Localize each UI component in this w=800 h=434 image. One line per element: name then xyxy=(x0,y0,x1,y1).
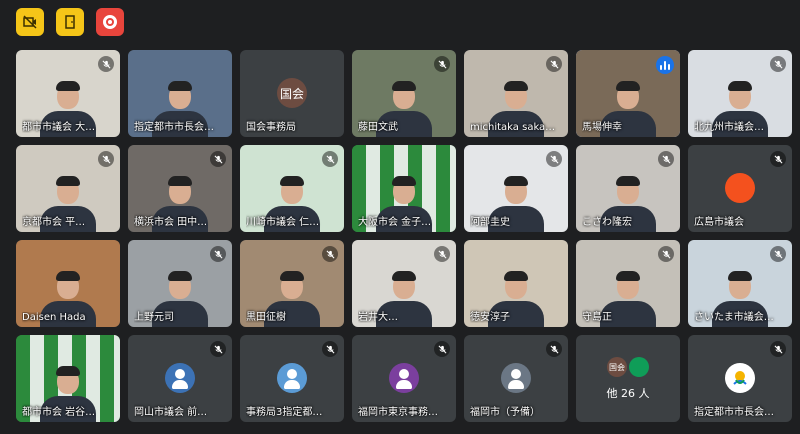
participant-tile[interactable]: 国会他 26 人 xyxy=(576,335,680,422)
participant-name: michitaka saka… xyxy=(470,122,556,133)
mic-off-icon xyxy=(658,151,674,167)
meeting-toolbar xyxy=(16,8,124,36)
mic-off-icon xyxy=(434,246,450,262)
speaking-indicator-icon xyxy=(656,56,674,74)
participant-name: 馬場伸幸 xyxy=(582,122,622,133)
participant-tile[interactable]: michitaka saka… xyxy=(464,50,568,137)
participant-tile[interactable]: 岩井大… xyxy=(352,240,456,327)
participant-name: 岡山市議会 前… xyxy=(134,407,208,418)
participant-tile[interactable]: 都市市会 岩谷… xyxy=(16,335,120,422)
avatar xyxy=(725,173,755,203)
participant-tile[interactable]: Daisen Hada xyxy=(16,240,120,327)
mic-off-icon xyxy=(434,56,450,72)
mic-off-icon xyxy=(322,246,338,262)
participant-name: 岩井大… xyxy=(358,312,398,323)
mic-off-icon xyxy=(98,151,114,167)
participant-tile[interactable]: 指定都市市長会… xyxy=(128,50,232,137)
mic-off-icon xyxy=(770,56,786,72)
participant-tile[interactable]: 京都市会 平… xyxy=(16,145,120,232)
participant-tile[interactable]: 広島市議会 xyxy=(688,145,792,232)
participant-name: 福岡市東京事務… xyxy=(358,407,438,418)
participant-name: 川崎市議会 仁… xyxy=(246,217,320,228)
participant-tile[interactable]: 北九州市議会… xyxy=(688,50,792,137)
participant-name: こさわ隆宏 xyxy=(582,217,632,228)
door-exit-icon[interactable] xyxy=(56,8,84,36)
others-count-label: 他 26 人 xyxy=(606,387,650,400)
participant-tile[interactable]: 川崎市議会 仁… xyxy=(240,145,344,232)
mic-off-icon xyxy=(770,246,786,262)
participant-name: 国会事務局 xyxy=(246,122,296,133)
mic-off-icon xyxy=(546,341,562,357)
mic-off-icon xyxy=(658,246,674,262)
participant-tile[interactable]: 馬場伸幸 xyxy=(576,50,680,137)
participant-tile[interactable]: 福岡市（予備） xyxy=(464,335,568,422)
participant-tile[interactable]: 事務局3指定都… xyxy=(240,335,344,422)
participant-name: 都市市会 岩谷… xyxy=(22,407,96,418)
participant-name: 指定都市市長会… xyxy=(694,407,774,418)
mic-off-icon xyxy=(546,56,562,72)
participant-name: 京都市会 平… xyxy=(22,217,86,228)
mini-avatar xyxy=(629,357,649,377)
mic-off-icon xyxy=(434,341,450,357)
participant-name: 黒田征樹 xyxy=(246,312,286,323)
participant-tile[interactable]: 藤田文武 xyxy=(352,50,456,137)
mic-off-icon xyxy=(322,151,338,167)
mic-off-icon xyxy=(98,56,114,72)
mic-off-icon xyxy=(210,151,226,167)
participant-name: 指定都市市長会… xyxy=(134,122,214,133)
participant-name: Daisen Hada xyxy=(22,312,86,323)
participant-name: 都市市議会 大… xyxy=(22,122,96,133)
participant-name: 事務局3指定都… xyxy=(246,407,323,418)
mic-off-icon xyxy=(322,341,338,357)
participant-name: 福岡市（予備） xyxy=(470,407,540,418)
participant-name: さいたま市議会… xyxy=(694,312,774,323)
participant-tile[interactable]: 黒田征樹 xyxy=(240,240,344,327)
participant-tile[interactable]: 大阪市会 金子… xyxy=(352,145,456,232)
participant-tile[interactable]: 指定都市市長会… xyxy=(688,335,792,422)
participant-tile[interactable]: 守島正 xyxy=(576,240,680,327)
avatar xyxy=(277,363,307,393)
participant-tile[interactable]: 徳安淳子 xyxy=(464,240,568,327)
participant-tile[interactable]: 国会国会事務局 xyxy=(240,50,344,137)
participant-name: 大阪市会 金子… xyxy=(358,217,432,228)
avatar: 国会 xyxy=(277,78,307,108)
participant-name: 阿部圭史 xyxy=(470,217,510,228)
participant-tile[interactable]: さいたま市議会… xyxy=(688,240,792,327)
mic-off-icon xyxy=(770,151,786,167)
participant-tile[interactable]: 横浜市会 田中… xyxy=(128,145,232,232)
record-icon[interactable] xyxy=(96,8,124,36)
participant-tile[interactable]: 都市市議会 大… xyxy=(16,50,120,137)
avatar xyxy=(389,363,419,393)
mic-off-icon xyxy=(770,341,786,357)
participant-name: 徳安淳子 xyxy=(470,312,510,323)
participant-tile[interactable]: 阿部圭史 xyxy=(464,145,568,232)
avatar xyxy=(165,363,195,393)
camera-off-icon[interactable] xyxy=(16,8,44,36)
participant-name: 守島正 xyxy=(582,312,612,323)
mic-off-icon xyxy=(210,246,226,262)
participant-tile[interactable]: 上野元司 xyxy=(128,240,232,327)
mic-off-icon xyxy=(546,151,562,167)
participant-tile[interactable]: 福岡市東京事務… xyxy=(352,335,456,422)
participant-tile[interactable]: 岡山市議会 前… xyxy=(128,335,232,422)
participant-grid: 都市市議会 大… 指定都市市長会… 国会 国会事務局 藤田文武 michitaka sak… xyxy=(16,50,792,422)
participant-name: 広島市議会 xyxy=(694,217,744,228)
mic-off-icon xyxy=(210,341,226,357)
participant-name: 横浜市会 田中… xyxy=(134,217,208,228)
participant-tile[interactable]: こさわ隆宏 xyxy=(576,145,680,232)
participant-name: 藤田文武 xyxy=(358,122,398,133)
others-avatars: 国会 xyxy=(607,357,649,377)
avatar xyxy=(501,363,531,393)
mini-avatar: 国会 xyxy=(607,357,627,377)
participant-name: 北九州市議会… xyxy=(694,122,764,133)
avatar xyxy=(725,363,755,393)
participant-name: 上野元司 xyxy=(134,312,174,323)
